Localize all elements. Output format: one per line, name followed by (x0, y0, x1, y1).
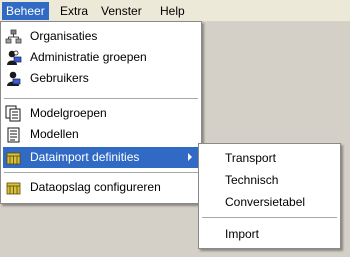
menu-item-administratie-groepen[interactable]: Administratie groepen (3, 47, 199, 68)
menu-beheer[interactable]: Beheer (2, 2, 49, 20)
data-storage-icon (6, 182, 21, 195)
menu-bar: Beheer Extra Venster Help (0, 0, 350, 22)
menu-item-dataimport-definities[interactable]: Dataimport definities (3, 147, 199, 168)
menu-item-label: Gebruikers (30, 71, 89, 85)
menu-item-label: Dataopslag configureren (30, 180, 161, 194)
menu-item-modelgroepen[interactable]: Modelgroepen (3, 103, 199, 124)
menu-separator (202, 217, 337, 218)
menu-help[interactable]: Help (156, 2, 189, 20)
submenu-item-label: Import (225, 227, 260, 241)
models-icon (7, 127, 20, 143)
submenu-item-import[interactable]: Import (201, 224, 338, 245)
menu-item-label: Organisaties (30, 29, 98, 43)
organization-icon (5, 29, 22, 44)
menu-item-dataopslag-configureren[interactable]: Dataopslag configureren (3, 177, 199, 198)
menu-item-label: Administratie groepen (30, 50, 147, 64)
beheer-dropdown-menu: Organisaties Administratie groepen Gebru… (0, 21, 202, 204)
users-icon (7, 71, 21, 86)
menu-item-label: Modelgroepen (30, 106, 107, 120)
submenu-arrow-icon (188, 153, 192, 161)
menu-item-gebruikers[interactable]: Gebruikers (3, 68, 199, 89)
submenu-item-conversietabel[interactable]: Conversietabel (201, 192, 338, 213)
data-import-icon (6, 152, 21, 165)
menu-separator (4, 98, 198, 99)
menu-item-label: Modellen (30, 127, 79, 141)
submenu-item-label: Conversietabel (225, 195, 306, 209)
model-groups-icon (5, 105, 21, 122)
dataimport-submenu: Transport Technisch Conversietabel Impor… (198, 143, 341, 249)
menu-item-modellen[interactable]: Modellen (3, 124, 199, 145)
admin-groups-icon (7, 50, 22, 65)
submenu-item-label: Technisch (225, 173, 279, 187)
menu-venster[interactable]: Venster (97, 2, 146, 20)
menu-separator (4, 172, 198, 173)
menu-item-label: Dataimport definities (30, 150, 140, 164)
menu-item-organisaties[interactable]: Organisaties (3, 26, 199, 47)
submenu-item-transport[interactable]: Transport (201, 148, 338, 169)
submenu-item-label: Transport (225, 151, 276, 165)
menu-extra[interactable]: Extra (56, 2, 92, 20)
submenu-item-technisch[interactable]: Technisch (201, 170, 338, 191)
